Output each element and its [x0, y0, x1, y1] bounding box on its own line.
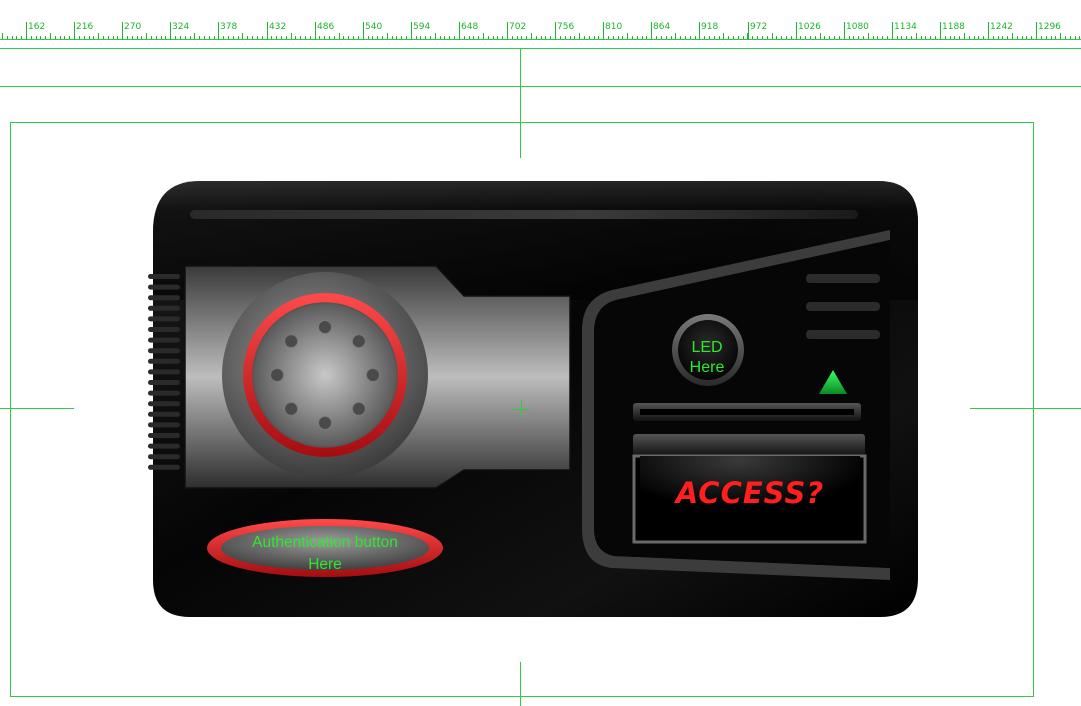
grip-rib [148, 274, 180, 279]
grip-rib [148, 390, 180, 396]
grip-rib [148, 305, 180, 311]
grip-rib [148, 422, 180, 428]
grip-rib [148, 295, 180, 301]
led-label-line1: LED [691, 339, 723, 356]
card-reader-device [148, 181, 918, 617]
grip-rib [148, 358, 180, 364]
grip-rib [148, 454, 180, 460]
grip-rib [148, 327, 180, 332]
grip-rib [148, 348, 180, 354]
grip-rib [148, 443, 180, 449]
card-slot[interactable] [633, 403, 861, 421]
grip-rib [148, 369, 180, 375]
grip-rib [148, 433, 180, 438]
access-display-text: ACCESS? [675, 476, 825, 510]
led-label-line2: Here [689, 359, 725, 376]
grip-rib [148, 464, 180, 470]
grip-rib [148, 284, 180, 290]
grip-rib [148, 337, 180, 343]
center-crosshair [521, 400, 522, 418]
authentication-button[interactable] [207, 519, 443, 577]
led-label: LED Here [678, 338, 736, 378]
up-arrow-icon [816, 368, 850, 396]
grip-rib [148, 316, 180, 322]
fingerprint-sensor-icon[interactable] [243, 293, 407, 457]
grip-rib [148, 401, 180, 407]
grip-rib [148, 411, 180, 417]
grip-rib [148, 380, 180, 385]
